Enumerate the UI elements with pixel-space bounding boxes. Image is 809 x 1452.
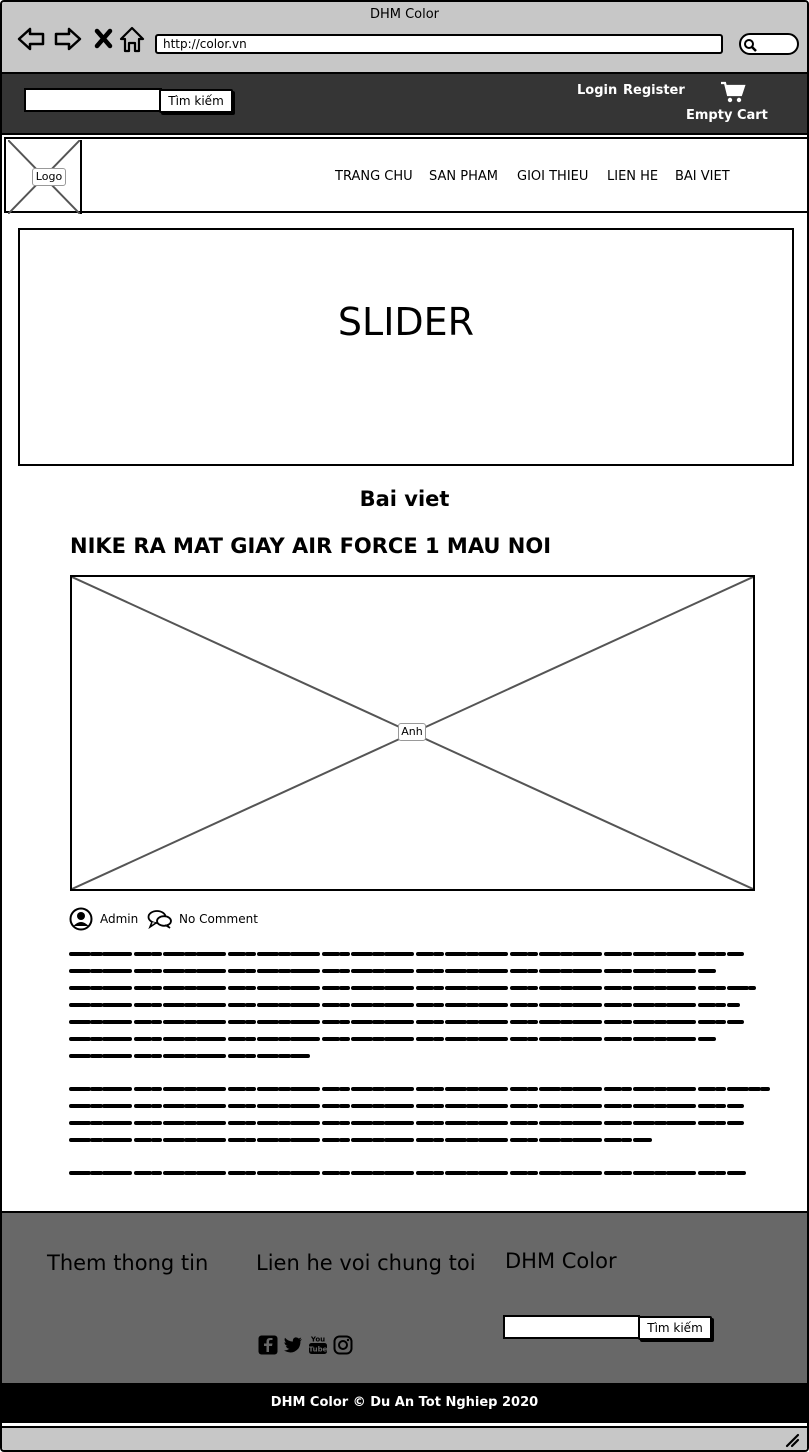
footer-search-input[interactable] (503, 1315, 640, 1339)
footer-brand-title: DHM Color (505, 1249, 617, 1273)
footer-search-button[interactable]: Tìm kiếm (638, 1316, 712, 1340)
twitter-icon[interactable] (283, 1335, 303, 1355)
svg-text:You: You (310, 1336, 325, 1344)
facebook-icon[interactable] (258, 1335, 278, 1355)
instagram-icon[interactable] (333, 1335, 353, 1355)
site-footer: Them thong tin Lien he voi chung toi DHM… (2, 1211, 807, 1383)
footer-more-info-title: Them thong tin (47, 1251, 209, 1275)
footer-contact-title: Lien he voi chung toi (256, 1251, 476, 1275)
browser-window: DHM Color http://color.vn Tìm kiếm Login… (0, 0, 809, 1452)
browser-status-bar (2, 1426, 807, 1450)
copyright-bar: DHM Color © Du An Tot Nghiep 2020 (2, 1383, 807, 1423)
resize-grip-icon[interactable] (784, 1432, 800, 1448)
youtube-icon[interactable]: You Tube (308, 1335, 328, 1355)
svg-text:Tube: Tube (309, 1346, 328, 1354)
